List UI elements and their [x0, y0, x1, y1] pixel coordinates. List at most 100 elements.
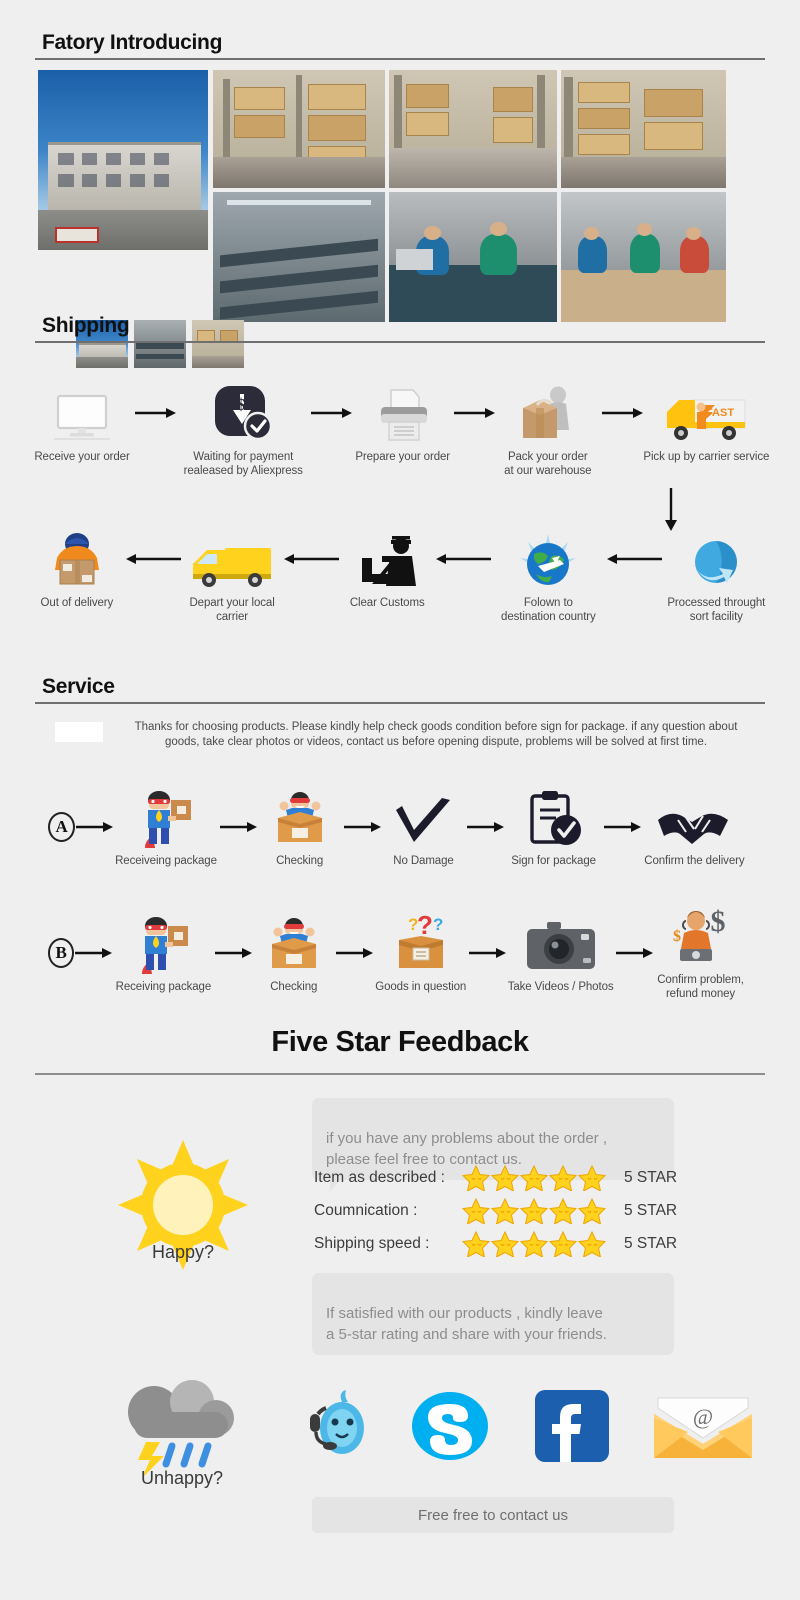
- arrow-right-icon: [74, 947, 113, 959]
- email-icon[interactable]: @: [650, 1392, 756, 1467]
- page-title-service: Service: [42, 675, 115, 698]
- shipping-step-pickup-carrier: FAST Pick up by carrier service: [643, 382, 770, 464]
- service-step-goods-in-question: ? ? ? Goods in question: [373, 912, 468, 994]
- rating-row-coumnication: Coumnication : 5 STAR: [314, 1198, 677, 1224]
- section-heading-shipping: Shipping: [35, 313, 765, 343]
- service-note-line-2: goods, take clear photos or videos, cont…: [164, 736, 708, 748]
- shipping-step-depart-local-carrier: Depart your local carrier: [182, 528, 283, 624]
- contact-bar[interactable]: Free free to contact us: [312, 1497, 674, 1533]
- hero-package-icon: [132, 912, 194, 974]
- white-placeholder-box: [55, 722, 103, 742]
- shipping-step-pack-order: Pack your order at our warehouse: [495, 382, 601, 478]
- arrow-right-icon: [466, 821, 505, 833]
- open-box-happy-icon: [268, 786, 332, 848]
- packing-icon: [517, 382, 579, 444]
- page-title-shipping: Shipping: [42, 314, 130, 337]
- happy-label: Happy?: [151, 1242, 215, 1262]
- printer-icon: [373, 382, 433, 444]
- step-label: Prepare your order: [355, 451, 451, 463]
- open-box-happy-icon: [262, 912, 326, 974]
- service-step-no-damage: No Damage: [381, 786, 467, 868]
- question-box-icon: ? ? ?: [389, 912, 453, 974]
- arrow-right-icon: [601, 382, 643, 444]
- arrow-right-icon: [219, 821, 257, 833]
- photo-production-line-3: [561, 192, 726, 322]
- service-step-take-videos-photos: Take Videos / Photos: [506, 912, 615, 994]
- bubble-bottom: If satisfied with our products , kindly …: [312, 1273, 674, 1355]
- service-step-receiving-package-a: Receiveing package: [113, 786, 218, 868]
- service-step-checking-a: Checking: [257, 786, 343, 868]
- service-flow-row-a: A Receiveing package Checking No Damage …: [48, 786, 748, 868]
- step-label: Out of delivery: [40, 597, 114, 609]
- svg-text:?: ?: [433, 915, 443, 934]
- arrow-right-icon: [468, 947, 507, 959]
- step-label: Sign for package: [511, 855, 596, 867]
- step-label: Checking: [276, 855, 324, 867]
- rating-value: 5 STAR: [624, 1202, 678, 1219]
- globe-plane-icon: [516, 528, 580, 590]
- divider: [35, 58, 765, 60]
- section-heading-factory: Fatory Introducing: [35, 30, 765, 60]
- aliexpress-chat-icon[interactable]: [300, 1388, 380, 1469]
- divider: [35, 702, 765, 704]
- sort-facility-icon: [687, 528, 745, 590]
- factory-photo-grid: [38, 70, 766, 368]
- rating-label: Item as described :: [314, 1169, 445, 1186]
- refund-agent-icon: $ $: [666, 905, 736, 967]
- rating-row-shipping-speed: Shipping speed : 5 STAR: [314, 1231, 677, 1257]
- arrow-right-icon: [603, 821, 641, 833]
- step-label: No Damage: [393, 855, 454, 867]
- arrow-right-icon: [134, 382, 176, 444]
- step-badge-b: B: [48, 938, 75, 968]
- star-rating-icons: [462, 1198, 612, 1224]
- shipping-step-clear-customs: Clear Customs: [340, 528, 434, 610]
- photo-production-line-2: [389, 192, 557, 322]
- photo-warehouse-1: [213, 70, 385, 188]
- step-label: Confirm the delivery: [644, 855, 745, 867]
- divider: [35, 1073, 765, 1075]
- unhappy-label: Unhappy?: [140, 1468, 224, 1488]
- step-label: Depart your local carrier: [189, 597, 275, 623]
- rating-label: Shipping speed :: [314, 1235, 430, 1252]
- arrow-right-icon: [343, 821, 381, 833]
- contact-bar-label: Free free to contact us: [417, 1506, 569, 1524]
- bubble-top-text: if you have any problems about the order…: [326, 1130, 608, 1168]
- payment-icon: $: [212, 382, 274, 444]
- checkmark-icon: [392, 786, 454, 848]
- skype-icon[interactable]: [410, 1388, 490, 1469]
- step-label: Receive your order: [34, 451, 130, 463]
- step-label: Waiting for payment realeased by Aliexpr…: [183, 451, 303, 477]
- handshake-icon: [656, 786, 732, 848]
- shipping-step-receive-order: Receive your order: [30, 382, 134, 464]
- star-rating-icons: [462, 1231, 612, 1257]
- camera-icon: [525, 912, 597, 974]
- step-label: Goods in question: [375, 981, 467, 993]
- section-heading-service: Service: [35, 674, 765, 704]
- arrow-left-icon: [282, 528, 340, 590]
- arrow-right-icon: [310, 382, 353, 444]
- photo-warehouse-2: [389, 70, 557, 188]
- svg-text:$: $: [237, 395, 246, 414]
- rating-value: 5 STAR: [624, 1235, 678, 1252]
- shipping-step-out-of-delivery: Out of delivery: [30, 528, 124, 610]
- step-label: Confirm problem, refund money: [657, 974, 744, 1000]
- photo-factory-building: [38, 70, 208, 250]
- photo-production-line-1: [213, 192, 385, 322]
- facebook-icon[interactable]: [533, 1388, 611, 1469]
- arrow-left-icon: [605, 528, 663, 590]
- divider: [35, 341, 765, 343]
- star-rating-icons: [462, 1165, 612, 1191]
- shipping-flow-row-2: Out of delivery Depart your local carrie…: [30, 528, 770, 624]
- step-label: Folown to destination country: [501, 597, 596, 623]
- svg-text:$: $: [710, 905, 725, 938]
- service-step-receiving-package-b: Receiving package: [112, 912, 214, 994]
- bubble-bottom-text: If satisfied with our products , kindly …: [326, 1305, 607, 1343]
- shipping-step-waiting-payment: $ Waiting for payment realeased by Aliex…: [176, 382, 310, 478]
- arrow-left-icon: [124, 528, 182, 590]
- arrow-right-icon: [214, 947, 253, 959]
- service-step-refund-money: $ $ Confirm problem, refund money: [653, 905, 748, 1001]
- svg-text:@: @: [693, 1404, 713, 1429]
- step-label: Processed throught sort facility: [667, 597, 766, 623]
- photo-warehouse-3: [561, 70, 726, 188]
- step-label: Take Videos / Photos: [507, 981, 614, 993]
